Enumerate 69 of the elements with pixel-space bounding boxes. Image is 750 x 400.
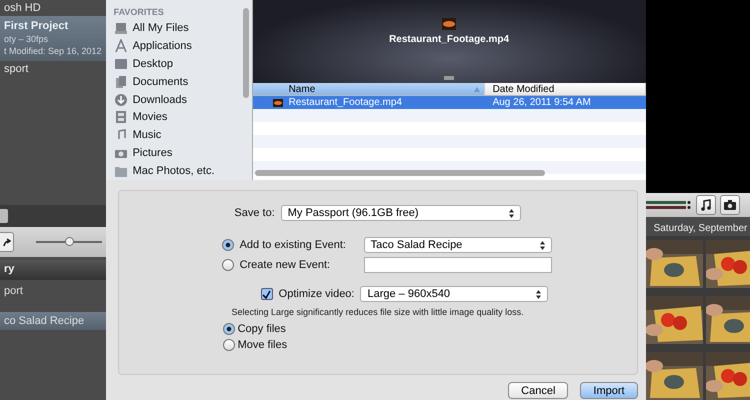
project-detail: oty – 30fps	[4, 34, 50, 44]
radio-button[interactable]	[222, 259, 234, 271]
event-item[interactable]: port	[0, 282, 106, 300]
camera-icon	[724, 200, 736, 210]
column-header[interactable]: Name	[252, 83, 485, 95]
radio-button[interactable]	[222, 239, 234, 251]
preview-filename: Restaurant_Footage.mp4	[389, 34, 510, 45]
music-note-icon	[700, 198, 711, 211]
project-title: First Project	[4, 20, 70, 32]
swap-button[interactable]	[0, 232, 14, 252]
dialog-button[interactable]: Import	[580, 382, 638, 399]
toggle-button[interactable]	[0, 209, 8, 223]
event-library-header: ry	[0, 260, 106, 280]
project-modified-date: t Modified: Sep 16, 2012	[4, 46, 102, 56]
documents-icon	[114, 74, 128, 89]
slider-thumb[interactable]	[64, 237, 74, 246]
toolbar-button[interactable]	[696, 194, 716, 215]
radio-label: Copy files	[238, 323, 286, 335]
sidebar-item[interactable]: Pictures	[132, 147, 172, 160]
radio-button[interactable]	[222, 323, 235, 335]
sidebar-heading: FAVORITES	[114, 7, 165, 17]
scrollbar[interactable]	[254, 170, 545, 176]
movies-icon	[114, 110, 128, 124]
files-icon	[114, 20, 128, 35]
library-item[interactable]: osh HD	[0, 0, 106, 16]
sidebar-item[interactable]: Applications	[132, 40, 192, 52]
sort-arrow-icon	[474, 86, 480, 92]
library-item[interactable]: First Project oty – 30fps t Modified: Sep 16, 2012	[0, 16, 106, 61]
audio-meter-icon	[646, 200, 692, 210]
sidebar-item[interactable]: All My Files	[132, 22, 189, 34]
radio-label: Add to existing Event:	[240, 239, 347, 251]
toolbar-button[interactable]	[720, 194, 740, 215]
file-name: Restaurant_Footage.mp4	[288, 97, 402, 108]
sidebar-item[interactable]: Music	[132, 129, 162, 142]
updown-arrows-icon	[508, 208, 514, 218]
size-select[interactable]: Large – 960x540	[360, 286, 548, 302]
file-row[interactable]: Restaurant_Footage.mp4 Aug 26, 2011 9:54 AM	[252, 96, 646, 109]
file-date: Aug 26, 2011 9:54 AM	[492, 97, 591, 108]
applications-icon	[114, 38, 128, 53]
sidebar-item[interactable]: Documents	[132, 76, 188, 88]
save-to-select[interactable]: My Passport (96.1GB free)	[280, 205, 521, 221]
folder-icon	[114, 164, 128, 178]
curved-arrow-icon	[2, 238, 10, 246]
desktop-icon	[114, 56, 128, 71]
radio-label: Move files	[238, 339, 288, 351]
column-header[interactable]: Date Modified	[484, 83, 646, 95]
date-header: Saturday, September	[646, 216, 750, 236]
radio-label: Create new Event:	[240, 259, 332, 271]
scrollbar[interactable]	[242, 8, 249, 98]
radio-button[interactable]	[222, 339, 235, 351]
event-item[interactable]: co Salad Recipe	[0, 312, 106, 330]
library-item[interactable]: sport	[0, 61, 106, 77]
dialog-button[interactable]: Cancel	[508, 382, 568, 399]
optimize-note: Selecting Large significantly reduces file size with little image quality loss.	[232, 307, 524, 317]
save-to-label: Save to:	[234, 207, 275, 219]
checkbox[interactable]	[260, 288, 273, 300]
downloads-icon	[114, 92, 128, 106]
resize-handle[interactable]	[444, 76, 454, 80]
updown-arrows-icon	[536, 290, 542, 298]
video-file-icon	[272, 98, 283, 106]
event-select[interactable]: Taco Salad Recipe	[364, 237, 552, 253]
sidebar-item[interactable]: Downloads	[132, 94, 187, 106]
sidebar-item[interactable]: Mac Photos, etc.	[132, 165, 215, 178]
sidebar-item[interactable]: Movies	[132, 111, 168, 124]
updown-arrows-icon	[540, 240, 545, 250]
video-file-icon	[442, 18, 456, 30]
sidebar-item[interactable]: Desktop	[132, 58, 173, 70]
event-name-field[interactable]	[364, 257, 552, 273]
checkbox-label: Optimize video:	[278, 288, 354, 300]
